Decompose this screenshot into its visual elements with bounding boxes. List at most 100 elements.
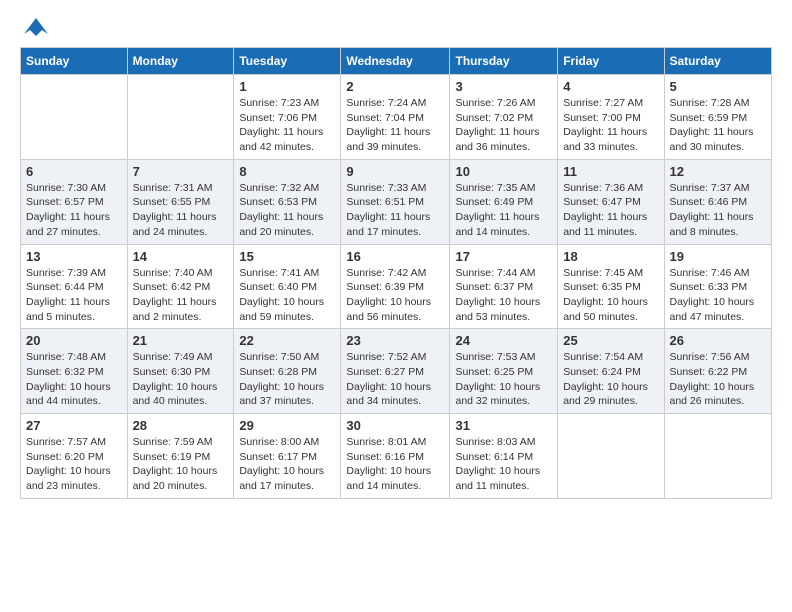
day-info: Sunrise: 7:53 AMSunset: 6:25 PMDaylight:… [455,350,552,409]
day-info: Sunrise: 8:00 AMSunset: 6:17 PMDaylight:… [239,435,335,494]
calendar-cell: 19Sunrise: 7:46 AMSunset: 6:33 PMDayligh… [664,244,772,329]
day-number: 9 [346,164,444,179]
calendar-cell: 29 Sunrise: 8:00 AMSunset: 6:17 PMDayligh… [234,414,341,499]
day-info: Sunrise: 7:31 AMSunset: 6:55 PMDaylight:… [133,181,229,240]
day-number: 1 [239,79,335,94]
calendar-cell: 5 Sunrise: 7:28 AMSunset: 6:59 PMDaylight… [664,75,772,160]
day-info: Sunrise: 8:01 AMSunset: 6:16 PMDaylight:… [346,435,444,494]
calendar-cell: 23 Sunrise: 7:52 AMSunset: 6:27 PMDayligh… [341,329,450,414]
calendar-cell: 6Sunrise: 7:30 AMSunset: 6:57 PMDaylight… [21,159,128,244]
week-row-4: 20 Sunrise: 7:48 AMSunset: 6:32 PMDayligh… [21,329,772,414]
calendar-cell: 13 Sunrise: 7:39 AMSunset: 6:44 PMDayligh… [21,244,128,329]
day-number: 17 [455,249,552,264]
day-info: Sunrise: 7:24 AMSunset: 7:04 PMDaylight:… [346,96,444,155]
day-number: 28 [133,418,229,433]
logo [20,16,50,37]
day-number: 18 [563,249,658,264]
calendar-cell [127,75,234,160]
calendar-cell: 20 Sunrise: 7:48 AMSunset: 6:32 PMDayligh… [21,329,128,414]
calendar-cell: 3 Sunrise: 7:26 AMSunset: 7:02 PMDaylight… [450,75,558,160]
day-info: Sunrise: 7:32 AMSunset: 6:53 PMDaylight:… [239,181,335,240]
day-number: 25 [563,333,658,348]
calendar-cell: 24Sunrise: 7:53 AMSunset: 6:25 PMDayligh… [450,329,558,414]
header-day-thursday: Thursday [450,48,558,75]
day-number: 27 [26,418,122,433]
calendar-table: SundayMondayTuesdayWednesdayThursdayFrid… [20,47,772,499]
logo-bird-icon [22,16,50,43]
day-info: Sunrise: 7:59 AMSunset: 6:19 PMDaylight:… [133,435,229,494]
day-number: 4 [563,79,658,94]
calendar-cell: 31Sunrise: 8:03 AMSunset: 6:14 PMDayligh… [450,414,558,499]
calendar-cell [21,75,128,160]
header [20,16,772,37]
day-number: 10 [455,164,552,179]
day-info: Sunrise: 7:56 AMSunset: 6:22 PMDaylight:… [670,350,767,409]
week-row-5: 27Sunrise: 7:57 AMSunset: 6:20 PMDayligh… [21,414,772,499]
calendar-cell: 8 Sunrise: 7:32 AMSunset: 6:53 PMDaylight… [234,159,341,244]
calendar-cell: 2Sunrise: 7:24 AMSunset: 7:04 PMDaylight… [341,75,450,160]
day-info: Sunrise: 7:48 AMSunset: 6:32 PMDaylight:… [26,350,122,409]
day-number: 16 [346,249,444,264]
header-day-wednesday: Wednesday [341,48,450,75]
day-info: Sunrise: 7:50 AMSunset: 6:28 PMDaylight:… [239,350,335,409]
week-row-2: 6Sunrise: 7:30 AMSunset: 6:57 PMDaylight… [21,159,772,244]
header-day-friday: Friday [558,48,664,75]
day-info: Sunrise: 7:37 AMSunset: 6:46 PMDaylight:… [670,181,767,240]
calendar-cell: 10 Sunrise: 7:35 AMSunset: 6:49 PMDayligh… [450,159,558,244]
day-info: Sunrise: 7:45 AMSunset: 6:35 PMDaylight:… [563,266,658,325]
calendar-cell: 9 Sunrise: 7:33 AMSunset: 6:51 PMDaylight… [341,159,450,244]
calendar-cell: 17 Sunrise: 7:44 AMSunset: 6:37 PMDayligh… [450,244,558,329]
day-info: Sunrise: 7:54 AMSunset: 6:24 PMDaylight:… [563,350,658,409]
day-number: 13 [26,249,122,264]
calendar-cell: 28 Sunrise: 7:59 AMSunset: 6:19 PMDayligh… [127,414,234,499]
day-info: Sunrise: 7:42 AMSunset: 6:39 PMDaylight:… [346,266,444,325]
day-info: Sunrise: 7:39 AMSunset: 6:44 PMDaylight:… [26,266,122,325]
calendar-cell: 25 Sunrise: 7:54 AMSunset: 6:24 PMDayligh… [558,329,664,414]
day-number: 8 [239,164,335,179]
calendar-cell: 16 Sunrise: 7:42 AMSunset: 6:39 PMDayligh… [341,244,450,329]
day-number: 20 [26,333,122,348]
calendar-cell: 1 Sunrise: 7:23 AMSunset: 7:06 PMDaylight… [234,75,341,160]
calendar-cell: 18 Sunrise: 7:45 AMSunset: 6:35 PMDayligh… [558,244,664,329]
day-info: Sunrise: 7:36 AMSunset: 6:47 PMDaylight:… [563,181,658,240]
day-number: 3 [455,79,552,94]
calendar-cell: 15 Sunrise: 7:41 AMSunset: 6:40 PMDayligh… [234,244,341,329]
calendar-cell: 27Sunrise: 7:57 AMSunset: 6:20 PMDayligh… [21,414,128,499]
day-info: Sunrise: 7:33 AMSunset: 6:51 PMDaylight:… [346,181,444,240]
day-number: 29 [239,418,335,433]
calendar-cell: 12 Sunrise: 7:37 AMSunset: 6:46 PMDayligh… [664,159,772,244]
calendar-cell: 26 Sunrise: 7:56 AMSunset: 6:22 PMDayligh… [664,329,772,414]
day-info: Sunrise: 7:27 AMSunset: 7:00 PMDaylight:… [563,96,658,155]
day-number: 6 [26,164,122,179]
day-number: 5 [670,79,767,94]
day-info: Sunrise: 7:44 AMSunset: 6:37 PMDaylight:… [455,266,552,325]
day-info: Sunrise: 7:28 AMSunset: 6:59 PMDaylight:… [670,96,767,155]
day-number: 19 [670,249,767,264]
day-info: Sunrise: 7:41 AMSunset: 6:40 PMDaylight:… [239,266,335,325]
day-info: Sunrise: 7:40 AMSunset: 6:42 PMDaylight:… [133,266,229,325]
header-day-tuesday: Tuesday [234,48,341,75]
day-info: Sunrise: 7:35 AMSunset: 6:49 PMDaylight:… [455,181,552,240]
day-number: 22 [239,333,335,348]
header-row: SundayMondayTuesdayWednesdayThursdayFrid… [21,48,772,75]
calendar-cell: 11Sunrise: 7:36 AMSunset: 6:47 PMDayligh… [558,159,664,244]
day-number: 26 [670,333,767,348]
day-info: Sunrise: 8:03 AMSunset: 6:14 PMDaylight:… [455,435,552,494]
day-number: 7 [133,164,229,179]
day-number: 21 [133,333,229,348]
day-number: 23 [346,333,444,348]
day-number: 15 [239,249,335,264]
day-number: 30 [346,418,444,433]
day-info: Sunrise: 7:23 AMSunset: 7:06 PMDaylight:… [239,96,335,155]
calendar-cell: 14Sunrise: 7:40 AMSunset: 6:42 PMDayligh… [127,244,234,329]
header-day-saturday: Saturday [664,48,772,75]
day-number: 12 [670,164,767,179]
calendar-cell: 4 Sunrise: 7:27 AMSunset: 7:00 PMDaylight… [558,75,664,160]
day-info: Sunrise: 7:26 AMSunset: 7:02 PMDaylight:… [455,96,552,155]
day-info: Sunrise: 7:52 AMSunset: 6:27 PMDaylight:… [346,350,444,409]
calendar-cell: 7 Sunrise: 7:31 AMSunset: 6:55 PMDaylight… [127,159,234,244]
week-row-3: 13 Sunrise: 7:39 AMSunset: 6:44 PMDayligh… [21,244,772,329]
day-info: Sunrise: 7:49 AMSunset: 6:30 PMDaylight:… [133,350,229,409]
week-row-1: 1 Sunrise: 7:23 AMSunset: 7:06 PMDaylight… [21,75,772,160]
calendar-cell [664,414,772,499]
